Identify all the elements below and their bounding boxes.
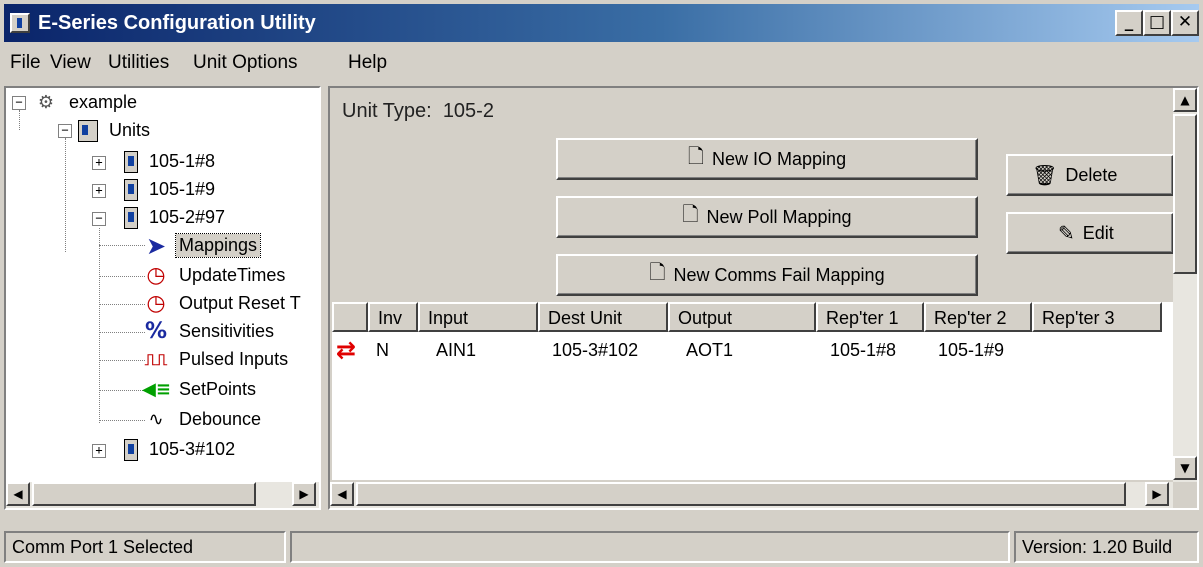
cell-repeater-1: 105-1#8 (830, 340, 897, 360)
status-comm-port: Comm Port 1 Selected (4, 531, 286, 563)
tree-node-mappings[interactable]: ➤ Mappings (142, 231, 262, 260)
title-bar[interactable]: E-Series Configuration Utility _ □ ✕ (4, 4, 1199, 42)
tree-node-units[interactable]: Units (78, 119, 153, 142)
tree-node-output-reset[interactable]: ◷ Output Reset T (142, 292, 304, 315)
collapse-example-icon[interactable]: − (12, 96, 26, 110)
new-document-icon: 🗋 (682, 202, 699, 226)
units-icon (78, 119, 98, 142)
scroll-down-icon[interactable]: ▼ (1173, 456, 1197, 480)
new-comms-fail-mapping-button[interactable]: 🗋 New Comms Fail Mapping (556, 254, 978, 296)
scroll-left-icon[interactable]: ◀ (330, 482, 354, 506)
unit-tree[interactable]: − ⚙ example − Units + 105-1#8 + 105-1#9 … (4, 86, 321, 510)
scroll-thumb[interactable] (356, 482, 1126, 506)
menu-view[interactable]: View (50, 52, 91, 74)
scroll-up-icon[interactable]: ▲ (1173, 88, 1197, 112)
panel-vertical-scrollbar[interactable]: ▲ ▼ (1173, 88, 1197, 482)
mappings-arrow-icon: ➤ (145, 231, 167, 260)
tree-node-setpoints[interactable]: ◀≡ SetPoints (142, 378, 259, 401)
minimize-button[interactable]: _ (1115, 10, 1143, 36)
unit-icon (124, 438, 138, 461)
tree-node-pulsed-inputs[interactable]: ⎍⎍ Pulsed Inputs (142, 348, 291, 371)
cell-output: AOT1 (686, 340, 734, 360)
tree-node-unit-105-1-8[interactable]: 105-1#8 (124, 150, 218, 173)
status-middle (290, 531, 1010, 563)
setpoint-icon: ◀≡ (142, 378, 171, 400)
tree-node-updatetimes[interactable]: ◷ UpdateTimes (142, 264, 288, 287)
scroll-thumb[interactable] (1173, 114, 1197, 274)
percent-icon: % (144, 318, 168, 344)
unit-icon (124, 178, 138, 201)
tree-node-unit-105-1-9[interactable]: 105-1#9 (124, 178, 218, 201)
clock-icon: ◷ (146, 290, 166, 316)
cell-input: AIN1 (436, 340, 477, 360)
scroll-right-icon[interactable]: ▶ (292, 482, 316, 506)
window-title: E-Series Configuration Utility (38, 12, 316, 34)
column-header-repeater-2[interactable]: Rep'ter 2 (924, 302, 1032, 332)
gears-icon: ⚙ (37, 91, 55, 113)
unit-type-value: 105-2 (442, 100, 494, 122)
edit-button[interactable]: ✎ Edit (1006, 212, 1174, 254)
column-header-output[interactable]: Output (668, 302, 816, 332)
column-header-repeater-1[interactable]: Rep'ter 1 (816, 302, 924, 332)
column-header-repeater-3[interactable]: Rep'ter 3 (1032, 302, 1162, 332)
expand-unit-icon[interactable]: + (92, 156, 106, 170)
collapse-unit-icon[interactable]: − (92, 212, 106, 226)
tree-node-example[interactable]: ⚙ example (32, 91, 140, 114)
new-document-icon: 🗋 (687, 144, 705, 168)
scroll-thumb[interactable] (32, 482, 256, 506)
cell-dest-unit: 105-3#102 (552, 340, 639, 360)
column-header-inv[interactable]: Inv (368, 302, 418, 332)
column-header-input[interactable]: Input (418, 302, 538, 332)
app-window: E-Series Configuration Utility _ □ ✕ Fil… (0, 0, 1203, 567)
tree-node-unit-105-3-102[interactable]: 105-3#102 (124, 438, 238, 461)
new-io-mapping-button[interactable]: 🗋 New IO Mapping (556, 138, 978, 180)
bidirectional-arrow-icon: ⇄ (336, 336, 357, 364)
column-header-dest-unit[interactable]: Dest Unit (538, 302, 668, 332)
menu-help[interactable]: Help (348, 52, 387, 74)
unit-icon (124, 150, 138, 173)
scroll-right-icon[interactable]: ▶ (1145, 482, 1169, 506)
close-button[interactable]: ✕ (1171, 10, 1199, 36)
new-document-icon: 🗋 (649, 260, 666, 284)
maximize-button[interactable]: □ (1143, 10, 1171, 36)
collapse-units-icon[interactable]: − (58, 124, 72, 138)
menu-unit-options[interactable]: Unit Options (193, 52, 298, 74)
trash-icon: 🗑 (1032, 163, 1058, 187)
menu-bar: File View Utilities Unit Options Help (4, 46, 1199, 78)
cell-inv: N (376, 340, 389, 360)
waveform-icon: ∿ (148, 408, 164, 430)
pulse-icon: ⎍⎍ (144, 349, 168, 369)
edit-icon: ✎ (1058, 221, 1075, 245)
unit-icon (124, 206, 138, 229)
mapping-table: Inv Input Dest Unit Output Rep'ter 1 Rep… (332, 302, 1173, 480)
app-icon[interactable] (10, 13, 30, 33)
new-poll-mapping-button[interactable]: 🗋 New Poll Mapping (556, 196, 978, 238)
scroll-left-icon[interactable]: ◀ (6, 482, 30, 506)
expand-unit-icon[interactable]: + (92, 184, 106, 198)
tree-node-sensitivities[interactable]: % Sensitivities (142, 320, 277, 343)
cell-repeater-2: 105-1#9 (938, 340, 1005, 360)
panel-horizontal-scrollbar[interactable]: ◀ ▶ (330, 482, 1173, 508)
tree-node-unit-105-2-97[interactable]: 105-2#97 (124, 206, 228, 229)
menu-utilities[interactable]: Utilities (108, 52, 169, 74)
tree-horizontal-scrollbar[interactable]: ◀ ▶ (6, 482, 319, 508)
column-header-selector[interactable] (332, 302, 368, 332)
unit-type-label: Unit Type: 105-2 (342, 100, 494, 122)
delete-button[interactable]: 🗑 Delete (1006, 154, 1174, 196)
clock-icon: ◷ (146, 262, 166, 288)
menu-file[interactable]: File (10, 52, 41, 74)
status-version: Version: 1.20 Build (1014, 531, 1199, 563)
expand-unit-icon[interactable]: + (92, 444, 106, 458)
tree-node-debounce[interactable]: ∿ Debounce (142, 408, 264, 431)
